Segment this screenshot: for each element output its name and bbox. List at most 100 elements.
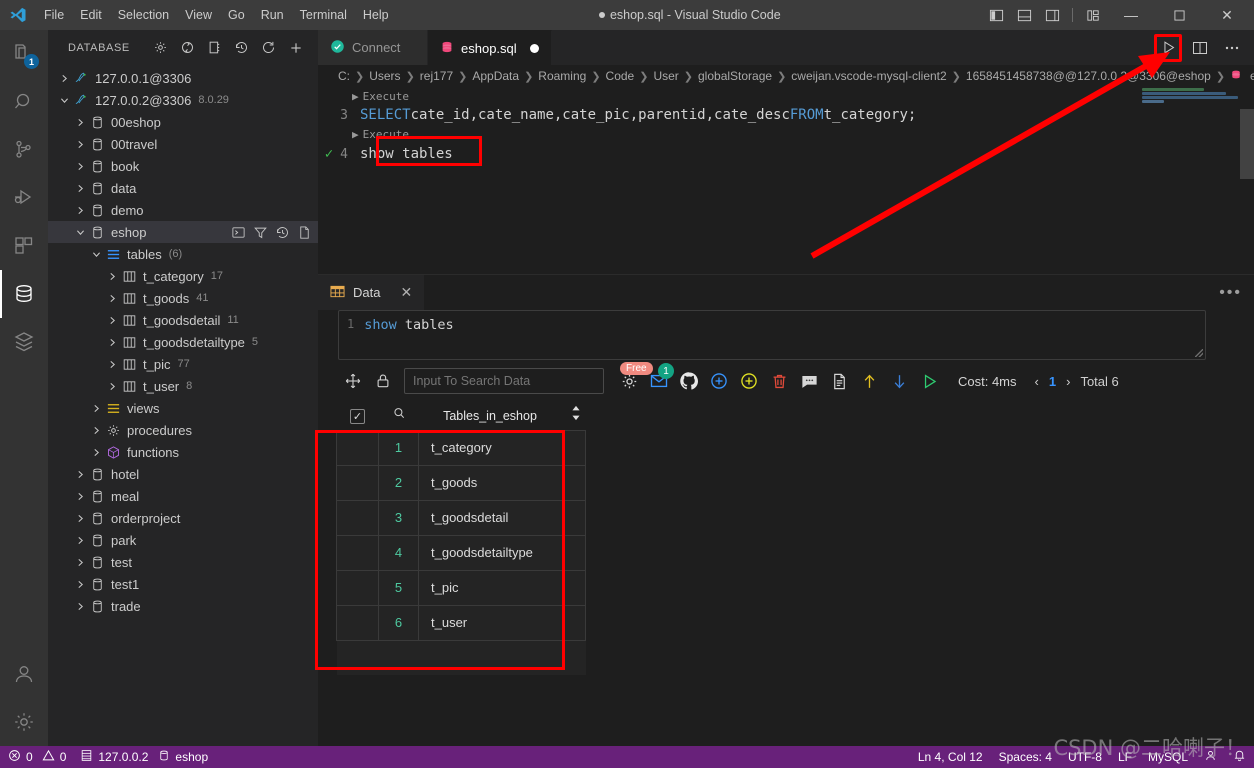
row-select-cell[interactable] xyxy=(336,569,379,606)
table-row[interactable]: 1 t_category xyxy=(336,429,586,466)
tree-item-views[interactable]: views xyxy=(48,397,318,419)
tree-item-data[interactable]: data xyxy=(48,177,318,199)
panel-more-actions-icon[interactable]: ••• xyxy=(1219,275,1242,310)
twisty-icon[interactable] xyxy=(72,529,88,551)
tree-item-t-user[interactable]: t_user 8 xyxy=(48,375,318,397)
twisty-icon[interactable] xyxy=(72,595,88,617)
mail-icon[interactable]: 1 xyxy=(644,363,674,396)
breadcrumb-item[interactable]: cweijan.vscode-mysql-client2 xyxy=(791,69,946,83)
menu-edit[interactable]: Edit xyxy=(72,0,110,30)
split-editor-button[interactable] xyxy=(1186,34,1214,62)
row-value[interactable]: t_goodsdetail xyxy=(418,499,586,536)
twisty-icon[interactable] xyxy=(88,419,104,441)
menu-run[interactable]: Run xyxy=(253,0,292,30)
language-mode[interactable]: MySQL xyxy=(1148,750,1188,764)
editor-scrollbar[interactable] xyxy=(1240,87,1254,274)
twisty-icon[interactable] xyxy=(72,573,88,595)
server-icon[interactable] xyxy=(206,39,224,57)
end-of-line[interactable]: LF xyxy=(1118,750,1132,764)
export-file-icon[interactable] xyxy=(824,366,854,396)
resize-handle[interactable] xyxy=(1195,349,1203,357)
minimap[interactable] xyxy=(1140,87,1240,205)
twisty-icon[interactable] xyxy=(88,243,104,265)
row-value[interactable]: t_pic xyxy=(418,569,586,606)
twisty-icon[interactable] xyxy=(56,89,72,111)
scrollbar-thumb[interactable] xyxy=(1240,109,1254,179)
tree-item-hotel[interactable]: hotel xyxy=(48,463,318,485)
twisty-icon[interactable] xyxy=(104,309,120,331)
tree-item-book[interactable]: book xyxy=(48,155,318,177)
tree-item-t-pic[interactable]: t_pic 77 xyxy=(48,353,318,375)
refresh-circle-icon[interactable] xyxy=(179,39,197,57)
breadcrumb-item[interactable]: rej177 xyxy=(420,69,453,83)
tree-item-test1[interactable]: test1 xyxy=(48,573,318,595)
tree-item-functions[interactable]: functions xyxy=(48,441,318,463)
comment-icon[interactable] xyxy=(794,366,824,396)
toggle-panel-icon[interactable] xyxy=(1011,3,1037,27)
more-actions-button[interactable] xyxy=(1218,34,1246,62)
menu-view[interactable]: View xyxy=(177,0,220,30)
select-all-header[interactable]: ✓ xyxy=(336,402,379,430)
indentation[interactable]: Spaces: 4 xyxy=(999,750,1052,764)
cursor-position[interactable]: Ln 4, Col 12 xyxy=(918,750,983,764)
run-query-triangle-icon[interactable] xyxy=(914,366,944,396)
twisty-icon[interactable] xyxy=(56,67,72,89)
person-icon[interactable] xyxy=(1204,749,1217,765)
arrow-down-icon[interactable] xyxy=(884,366,914,396)
execute-codelens-2[interactable]: ▶ Execute xyxy=(352,128,409,141)
toggle-secondary-sidebar-icon[interactable] xyxy=(1039,3,1065,27)
panel-tab-data[interactable]: Data ✕ xyxy=(318,275,425,310)
activity-item-explorer[interactable]: 1 xyxy=(0,30,48,78)
activity-item-accounts[interactable] xyxy=(0,650,48,698)
table-row[interactable]: 3 t_goodsdetail xyxy=(336,499,586,536)
move-icon[interactable] xyxy=(338,366,368,396)
tree-item-127-0-0-1-3306[interactable]: 127.0.0.1@3306 xyxy=(48,67,318,89)
github-icon[interactable] xyxy=(674,366,704,396)
table-row[interactable]: 5 t_pic xyxy=(336,569,586,606)
tree-item-meal[interactable]: meal xyxy=(48,485,318,507)
maximize-button[interactable] xyxy=(1156,0,1202,30)
connection-status[interactable]: 127.0.0.2 eshop xyxy=(80,749,208,765)
activity-item-search[interactable] xyxy=(0,78,48,126)
add-row-icon[interactable] xyxy=(734,366,764,396)
column-header-tables-in-eshop[interactable]: Tables_in_eshop xyxy=(418,402,566,430)
row-select-cell[interactable] xyxy=(336,534,379,571)
breadcrumb-item[interactable]: User xyxy=(653,69,678,83)
activity-item-layers[interactable] xyxy=(0,318,48,366)
filter-icon[interactable] xyxy=(253,225,268,240)
menu-help[interactable]: Help xyxy=(355,0,397,30)
close-button[interactable]: ✕ xyxy=(1204,0,1250,30)
twisty-icon[interactable] xyxy=(104,375,120,397)
customize-layout-icon[interactable] xyxy=(1080,3,1106,27)
menu-terminal[interactable]: Terminal xyxy=(292,0,355,30)
tree-item-t-goodsdetail[interactable]: t_goodsdetail 11 xyxy=(48,309,318,331)
run-query-button[interactable] xyxy=(1154,33,1182,62)
gear-icon[interactable] xyxy=(152,39,170,57)
tree-item-00travel[interactable]: 00travel xyxy=(48,133,318,155)
tree-item-127-0-0-2-3306[interactable]: 127.0.0.2@3306 8.0.29 xyxy=(48,89,318,111)
problems-status[interactable]: 0 0 xyxy=(8,749,66,765)
current-page[interactable]: 1 xyxy=(1049,374,1056,389)
breadcrumb-item[interactable]: Code xyxy=(606,69,635,83)
tree-item-00eshop[interactable]: 00eshop xyxy=(48,111,318,133)
tree-item-t-goods[interactable]: t_goods 41 xyxy=(48,287,318,309)
row-select-cell[interactable] xyxy=(336,604,379,641)
minimize-button[interactable]: — xyxy=(1108,0,1154,30)
sql-query-editor[interactable]: 1 show tables xyxy=(338,310,1206,360)
bell-icon[interactable] xyxy=(1233,749,1246,765)
breadcrumb-item[interactable]: 1658451458738@@127.0.0.2@3306@eshop xyxy=(966,69,1211,83)
menu-selection[interactable]: Selection xyxy=(110,0,177,30)
breadcrumb-item[interactable]: AppData xyxy=(472,69,519,83)
row-value[interactable]: t_goods xyxy=(418,464,586,501)
twisty-icon[interactable] xyxy=(72,155,88,177)
breadcrumb-item[interactable]: Users xyxy=(369,69,400,83)
twisty-icon[interactable] xyxy=(72,199,88,221)
activity-item-settings[interactable] xyxy=(0,698,48,746)
prev-page-button[interactable]: ‹ xyxy=(1035,374,1039,389)
plus-icon[interactable] xyxy=(287,39,305,57)
tree-item-test[interactable]: test xyxy=(48,551,318,573)
twisty-icon[interactable] xyxy=(88,397,104,419)
twisty-icon[interactable] xyxy=(104,287,120,309)
tab-connect[interactable]: Connect xyxy=(318,30,428,65)
new-file-icon[interactable] xyxy=(297,225,312,240)
